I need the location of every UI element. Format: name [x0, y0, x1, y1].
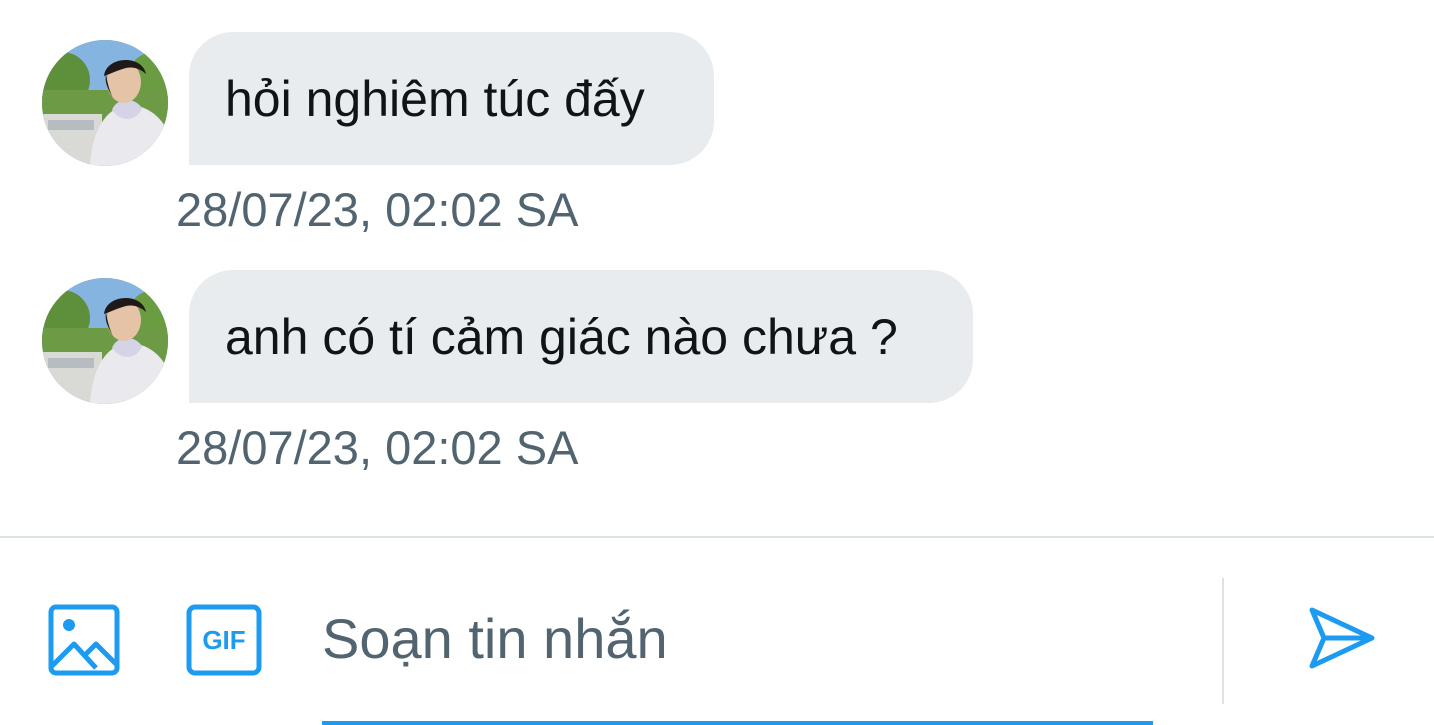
add-gif-button[interactable]: GIF: [186, 604, 262, 676]
avatar[interactable]: [42, 278, 168, 404]
message-timestamp: 28/07/23, 02:02 SA: [176, 183, 579, 236]
avatar-photo: [42, 278, 168, 404]
gif-icon: GIF: [186, 604, 262, 676]
message-text: anh có tí cảm giác nào chưa ?: [225, 308, 898, 365]
avatar[interactable]: [42, 40, 168, 166]
avatar-photo: [42, 40, 168, 166]
gif-label: GIF: [202, 625, 245, 655]
add-image-button[interactable]: [48, 604, 120, 676]
message-composer: GIF: [0, 536, 1434, 725]
message-timestamp: 28/07/23, 02:02 SA: [176, 421, 579, 474]
message-bubble[interactable]: hỏi nghiêm túc đấy: [189, 32, 714, 165]
composer-divider: [1222, 578, 1224, 704]
message-input[interactable]: [322, 588, 1153, 688]
message-text: hỏi nghiêm túc đấy: [225, 70, 645, 127]
image-icon: [48, 604, 120, 676]
input-underline: [322, 721, 1153, 725]
send-icon: [1309, 607, 1375, 669]
dm-conversation: hỏi nghiêm túc đấy 28/07/23, 02:02 SA an…: [0, 0, 1434, 725]
send-button[interactable]: [1306, 602, 1378, 674]
message-bubble[interactable]: anh có tí cảm giác nào chưa ?: [189, 270, 973, 403]
